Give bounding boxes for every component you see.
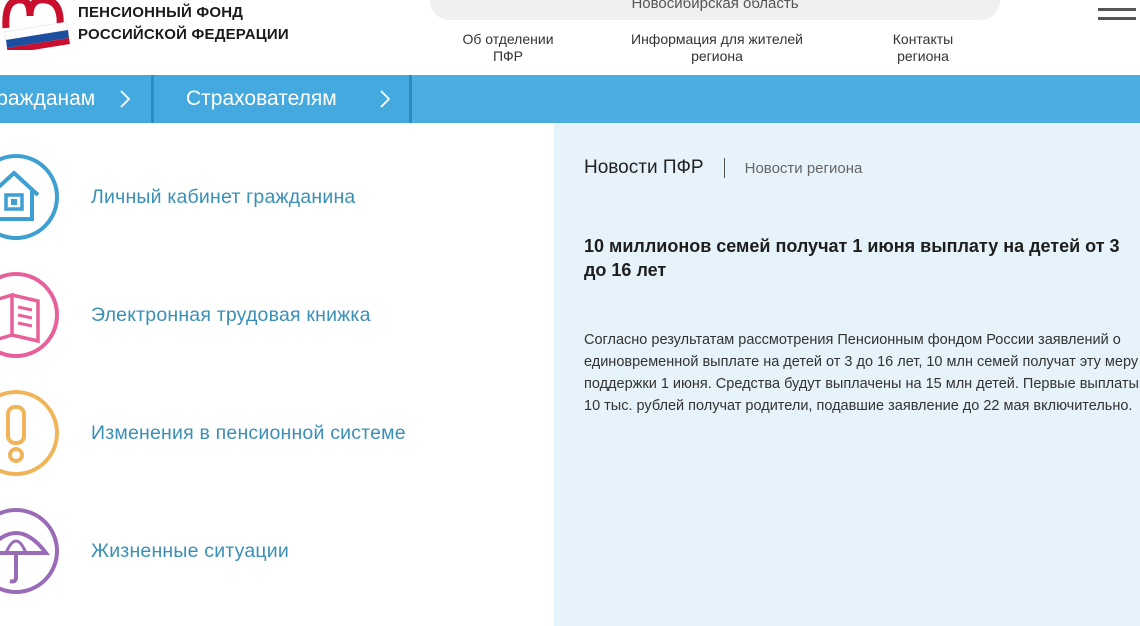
topnav-about[interactable]: Об отделении ПФР [455, 31, 561, 65]
region-select[interactable]: Новосибирская область [430, 0, 1000, 20]
topnav-contacts-line1: Контакты [892, 31, 954, 47]
topnav-contacts[interactable]: Контакты региона [878, 31, 968, 65]
nav-insurers[interactable]: Страхователям [154, 75, 412, 123]
news-panel: Новости ПФР Новости региона 10 миллионов… [554, 123, 1140, 626]
topnav-about-line1: Об отделении [462, 31, 554, 47]
services-list: Личный кабинет гражданина Электронная тр… [0, 123, 554, 626]
topnav-residents-line2: региона [691, 48, 743, 64]
pfr-logo[interactable] [0, 0, 72, 50]
topnav-residents-info[interactable]: Информация для жителей региона [622, 31, 812, 65]
chevron-right-icon [380, 90, 390, 108]
service-pension-changes-label: Изменения в пенсионной системе [91, 422, 406, 444]
service-personal-account-label: Личный кабинет гражданина [91, 186, 356, 208]
menu-icon[interactable] [1098, 8, 1136, 26]
region-select-value: Новосибирская область [631, 0, 799, 12]
service-pension-changes[interactable]: Изменения в пенсионной системе [0, 389, 554, 489]
service-life-situations-label: Жизненные ситуации [91, 540, 289, 562]
umbrella-icon [0, 508, 59, 594]
tab-pfr-news[interactable]: Новости ПФР [584, 157, 704, 179]
org-name-line2: РОССИЙСКОЙ ФЕДЕРАЦИИ [78, 26, 289, 43]
tab-divider [723, 158, 725, 178]
news-headline[interactable]: 10 миллионов семей получат 1 июня выплат… [584, 234, 1140, 282]
service-life-situations[interactable]: Жизненные ситуации [0, 507, 554, 607]
nav-citizens-label: Гражданам [0, 87, 96, 110]
topnav-residents-line1: Информация для жителей [631, 31, 803, 47]
site-header: ПЕНСИОННЫЙ ФОНД РОССИЙСКОЙ ФЕДЕРАЦИИ Нов… [0, 0, 1140, 75]
org-name-line1: ПЕНСИОННЫЙ ФОНД [78, 4, 244, 21]
service-e-workbook[interactable]: Электронная трудовая книжка [0, 271, 554, 371]
chevron-right-icon [120, 90, 130, 108]
topnav-contacts-line2: региона [897, 48, 949, 64]
nav-insurers-label: Страхователям [186, 87, 337, 110]
book-icon [0, 272, 59, 358]
org-name[interactable]: ПЕНСИОННЫЙ ФОНД РОССИЙСКОЙ ФЕДЕРАЦИИ [78, 2, 289, 46]
section-navbar: Гражданам Страхователям [0, 75, 1140, 123]
tab-region-news[interactable]: Новости региона [745, 160, 863, 177]
news-tabs: Новости ПФР Новости региона [584, 157, 862, 179]
exclamation-icon [0, 390, 59, 476]
house-icon [0, 154, 59, 240]
topnav-about-line2: ПФР [492, 48, 524, 64]
nav-citizens[interactable]: Гражданам [0, 75, 154, 123]
news-body: Согласно результатам рассмотрения Пенсио… [584, 332, 1139, 414]
service-personal-account[interactable]: Личный кабинет гражданина [0, 153, 554, 253]
service-e-workbook-label: Электронная трудовая книжка [91, 304, 371, 326]
